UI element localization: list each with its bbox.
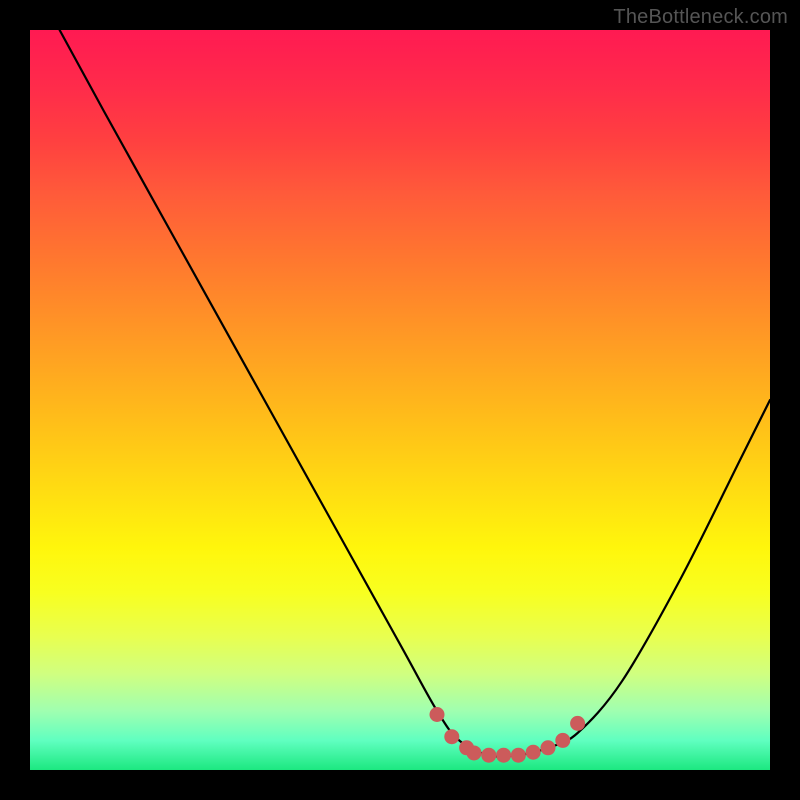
bottleneck-marker-dot	[511, 748, 526, 763]
bottleneck-curve-line	[60, 30, 770, 757]
bottleneck-marker-dot	[496, 748, 511, 763]
bottleneck-marker-dot	[555, 733, 570, 748]
watermark-text: TheBottleneck.com	[613, 6, 788, 29]
chart-svg	[30, 30, 770, 770]
bottleneck-marker-dot	[430, 707, 445, 722]
bottleneck-marker-dot	[481, 748, 496, 763]
bottleneck-marker-dot	[467, 745, 482, 760]
bottleneck-marker-dot	[444, 729, 459, 744]
bottleneck-marker-dot	[570, 716, 585, 731]
chart-plot-area	[30, 30, 770, 770]
bottleneck-marker-dot	[541, 740, 556, 755]
bottleneck-marker-group	[430, 707, 586, 763]
bottleneck-marker-dot	[526, 745, 541, 760]
